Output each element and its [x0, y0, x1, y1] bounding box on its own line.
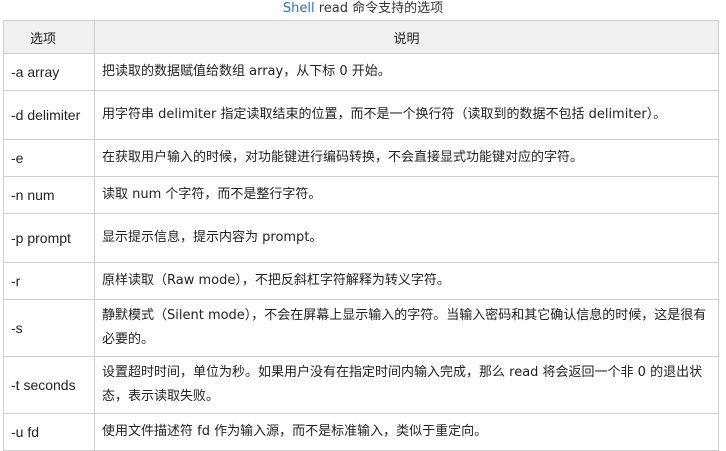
header-option: 选项 — [3, 20, 95, 54]
option-cell: -u fd — [3, 413, 95, 451]
caption-text: read 命令支持的选项 — [314, 1, 444, 16]
table-caption: Shell read 命令支持的选项 — [0, 0, 726, 20]
option-cell: -d delimiter — [3, 90, 95, 140]
option-cell: -s — [3, 299, 95, 357]
table-row: -n num 读取 num 个字符，而不是整行字符。 — [3, 176, 719, 214]
option-cell: -e — [3, 139, 95, 177]
table-header-row: 选项 说明 — [3, 20, 719, 54]
description-cell: 静默模式（Silent mode），不会在屏幕上显示输入的字符。当输入密码和其它… — [94, 299, 719, 357]
description-cell: 把读取的数据赋值给数组 array，从下标 0 开始。 — [94, 53, 719, 91]
table-row: -a array 把读取的数据赋值给数组 array，从下标 0 开始。 — [3, 53, 719, 91]
description-cell: 在获取用户输入的时候，对功能键进行编码转换，不会直接显式功能键对应的字符。 — [94, 139, 719, 177]
option-cell: -p prompt — [3, 213, 95, 263]
description-cell: 显示提示信息，提示内容为 prompt。 — [94, 213, 719, 263]
option-cell: -n num — [3, 176, 95, 214]
read-options-table: 选项 说明 -a array 把读取的数据赋值给数组 array，从下标 0 开… — [3, 20, 719, 451]
option-cell: -t seconds — [3, 356, 95, 414]
header-description: 说明 — [94, 20, 719, 54]
table-row: -u fd 使用文件描述符 fd 作为输入源，而不是标准输入，类似于重定向。 — [3, 413, 719, 451]
table-row: -s 静默模式（Silent mode），不会在屏幕上显示输入的字符。当输入密码… — [3, 299, 719, 357]
description-cell: 原样读取（Raw mode），不把反斜杠字符解释为转义字符。 — [94, 262, 719, 300]
description-cell: 读取 num 个字符，而不是整行字符。 — [94, 176, 719, 214]
table-row: -r 原样读取（Raw mode），不把反斜杠字符解释为转义字符。 — [3, 262, 719, 300]
description-cell: 设置超时时间，单位为秒。如果用户没有在指定时间内输入完成，那么 read 将会返… — [94, 356, 719, 414]
caption-keyword: Shell — [282, 1, 315, 16]
table-row: -d delimiter 用字符串 delimiter 指定读取结束的位置，而不… — [3, 90, 719, 140]
table-row: -p prompt 显示提示信息，提示内容为 prompt。 — [3, 213, 719, 263]
option-cell: -a array — [3, 53, 95, 91]
description-cell: 使用文件描述符 fd 作为输入源，而不是标准输入，类似于重定向。 — [94, 413, 719, 451]
option-cell: -r — [3, 262, 95, 300]
table-row: -e 在获取用户输入的时候，对功能键进行编码转换，不会直接显式功能键对应的字符。 — [3, 139, 719, 177]
description-cell: 用字符串 delimiter 指定读取结束的位置，而不是一个换行符（读取到的数据… — [94, 90, 719, 140]
table-row: -t seconds 设置超时时间，单位为秒。如果用户没有在指定时间内输入完成，… — [3, 356, 719, 414]
